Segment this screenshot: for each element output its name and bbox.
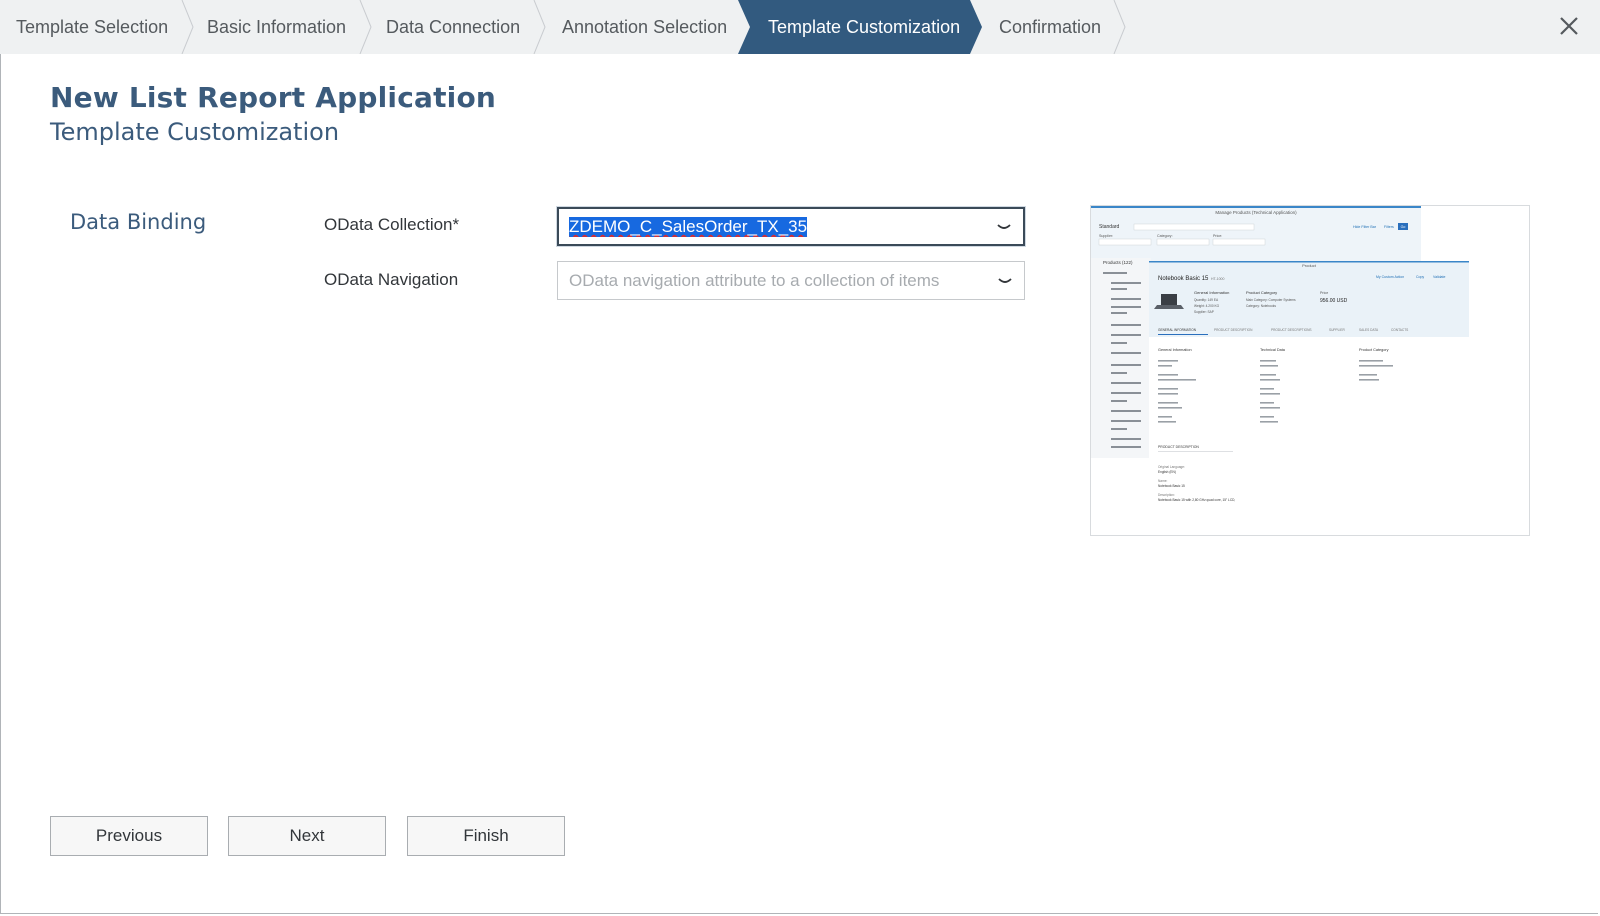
- preview-variant: Standard: [1099, 224, 1120, 230]
- preview-object-header-label: Product: [1302, 263, 1317, 268]
- odata-collection-dropdown-button[interactable]: [985, 209, 1023, 244]
- preview-tab-5: SALES DATA: [1359, 328, 1379, 332]
- preview-tab-6: CONTACTS: [1391, 328, 1408, 332]
- preview-tab-3: PRODUCT DESCRIPTIONS: [1271, 328, 1312, 332]
- preview-hide-filter: Hide Filter Bar: [1353, 225, 1377, 229]
- preview-filters: Filters: [1384, 225, 1394, 229]
- finish-button[interactable]: Finish: [407, 816, 565, 856]
- odata-collection-input[interactable]: ZDEMO_C_SalesOrder_TX_35: [569, 216, 985, 237]
- page-title: New List Report Application: [50, 81, 497, 114]
- wizard-step-data-connection[interactable]: Data Connection: [386, 0, 531, 54]
- preview-description-value: Notebook Basic 15 with 2,80 GHz quad cor…: [1158, 498, 1235, 502]
- preview-go: Go: [1401, 225, 1406, 229]
- preview-tab-1: GENERAL INFORMATION: [1158, 328, 1197, 332]
- preview-original-language: Original Language:: [1158, 465, 1185, 469]
- wizard-step-annotation-selection[interactable]: Annotation Selection: [562, 0, 737, 54]
- preview-filter-supplier: Supplier:: [1099, 234, 1113, 238]
- preview-action-2: Copy: [1416, 275, 1424, 279]
- previous-button[interactable]: Previous: [50, 816, 208, 856]
- wizard-step-confirmation[interactable]: Confirmation: [999, 0, 1109, 54]
- section-label-data-binding: Data Binding: [70, 210, 207, 234]
- preview-col-category: Product Category: [1359, 348, 1389, 352]
- preview-description-label: Description:: [1158, 493, 1175, 497]
- wizard-step-template-selection[interactable]: Template Selection: [16, 0, 181, 54]
- chevron-down-icon: [997, 223, 1011, 229]
- preview-name-value: Notebook Basic 15: [1158, 484, 1185, 488]
- preview-price-label: Price: [1320, 291, 1328, 295]
- preview-quantity: Quantity: 149 EA: [1194, 298, 1219, 302]
- preview-filter-price: Price:: [1213, 234, 1222, 238]
- wizard-step-template-customization[interactable]: Template Customization: [738, 0, 982, 54]
- preview-language-value: English (EN): [1158, 470, 1176, 474]
- preview-action-3: Validate: [1433, 275, 1445, 279]
- close-button[interactable]: [1554, 11, 1584, 41]
- chevron-down-icon: [998, 277, 1012, 283]
- odata-navigation-label: OData Navigation: [324, 270, 459, 289]
- odata-navigation-combobox[interactable]: OData navigation attribute to a collecti…: [557, 261, 1025, 300]
- preview-supplier: Supplier: SAP: [1194, 310, 1214, 314]
- preview-product-id: HT-1000: [1211, 277, 1224, 281]
- preview-price: 956.00 USD: [1320, 298, 1348, 304]
- preview-weight: Weight: 4.200 KG: [1194, 304, 1220, 308]
- odata-navigation-input[interactable]: OData navigation attribute to a collecti…: [569, 271, 986, 291]
- selected-text: ZDEMO_C_SalesOrder_TX_35: [569, 216, 808, 237]
- next-button[interactable]: Next: [228, 816, 386, 856]
- preview-list-title: Products (122): [1103, 260, 1133, 265]
- preview-product-category: Product Category: [1246, 290, 1277, 295]
- preview-main-category: Main Category: Computer Systems: [1246, 298, 1296, 302]
- close-icon: [1560, 17, 1578, 35]
- preview-section-product-description: PRODUCT DESCRIPTION: [1158, 445, 1199, 449]
- preview-col-general: General Information: [1158, 348, 1192, 352]
- wizard-step-basic-information[interactable]: Basic Information: [207, 0, 357, 54]
- preview-category: Category: Notebooks: [1246, 304, 1276, 308]
- step-separator: [533, 0, 546, 54]
- odata-navigation-dropdown-button[interactable]: [986, 262, 1024, 299]
- step-separator: [181, 0, 194, 54]
- wizard-step-bar: Template Selection Basic Information Dat…: [0, 0, 1600, 54]
- preview-tab-4: SUPPLIER: [1329, 328, 1345, 332]
- preview-col-technical: Technical Data: [1260, 348, 1286, 352]
- odata-collection-combobox[interactable]: ZDEMO_C_SalesOrder_TX_35: [557, 207, 1025, 246]
- preview-name-label: Name:: [1158, 479, 1168, 483]
- preview-general-information: General Information: [1194, 290, 1229, 295]
- preview-product-name: Notebook Basic 15: [1158, 276, 1209, 282]
- preview-tab-2: PRODUCT DESCRIPTION: [1214, 328, 1253, 332]
- page-subtitle: Template Customization: [50, 118, 340, 146]
- preview-app-title: Manage Products (Technical Application): [1215, 210, 1297, 215]
- odata-collection-label: OData Collection*: [324, 215, 460, 234]
- template-preview-image: Manage Products (Technical Application) …: [1090, 205, 1530, 536]
- preview-action-1: My Custom Action: [1376, 275, 1404, 279]
- step-separator: [1113, 0, 1126, 54]
- step-separator: [359, 0, 372, 54]
- preview-filter-category: Category:: [1157, 234, 1173, 238]
